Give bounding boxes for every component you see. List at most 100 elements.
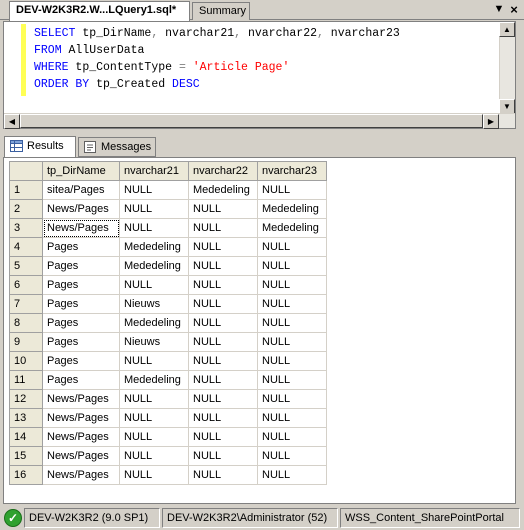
row-number[interactable]: 2 — [9, 199, 43, 219]
grid-cell[interactable]: NULL — [119, 389, 189, 409]
row-number[interactable]: 10 — [9, 351, 43, 371]
table-row[interactable]: 15 News/Pages NULL NULL NULL — [9, 446, 327, 466]
table-row[interactable]: 12 News/Pages NULL NULL NULL — [9, 389, 327, 409]
grid-cell[interactable]: News/Pages — [42, 408, 120, 428]
grid-cell[interactable]: Pages — [42, 313, 120, 333]
grid-cell[interactable]: News/Pages — [42, 446, 120, 466]
grid-cell[interactable]: Pages — [42, 237, 120, 257]
table-row[interactable]: 8 Pages Mededeling NULL NULL — [9, 313, 327, 333]
row-number[interactable]: 11 — [9, 370, 43, 390]
row-number[interactable]: 8 — [9, 313, 43, 333]
tab-results[interactable]: Results — [4, 136, 76, 158]
row-number[interactable]: 3 — [9, 218, 43, 238]
grid-cell[interactable]: News/Pages — [42, 389, 120, 409]
scroll-left-icon[interactable]: ◀ — [4, 114, 20, 129]
grid-cell[interactable]: NULL — [188, 199, 258, 219]
row-number[interactable]: 16 — [9, 465, 43, 485]
grid-cell[interactable]: NULL — [119, 408, 189, 428]
grid-cell[interactable]: Pages — [42, 275, 120, 295]
table-row[interactable]: 4 Pages Mededeling NULL NULL — [9, 237, 327, 257]
grid-cell[interactable]: NULL — [257, 427, 327, 447]
table-row[interactable]: 10 Pages NULL NULL NULL — [9, 351, 327, 371]
grid-cell[interactable]: NULL — [119, 218, 189, 238]
table-row[interactable]: 2 News/Pages NULL NULL Mededeling — [9, 199, 327, 219]
table-row[interactable]: 11 Pages Mededeling NULL NULL — [9, 370, 327, 390]
tab-messages[interactable]: Messages — [78, 137, 156, 157]
row-number[interactable]: 12 — [9, 389, 43, 409]
grid-cell[interactable]: NULL — [257, 351, 327, 371]
grid-cell[interactable]: NULL — [188, 275, 258, 295]
grid-cell[interactable]: NULL — [119, 351, 189, 371]
grid-cell[interactable]: NULL — [188, 218, 258, 238]
grid-cell[interactable]: News/Pages — [42, 427, 120, 447]
grid-corner[interactable] — [9, 161, 43, 181]
grid-cell[interactable]: Pages — [42, 370, 120, 390]
row-number[interactable]: 4 — [9, 237, 43, 257]
grid-cell[interactable]: Mededeling — [119, 256, 189, 276]
pane-splitter[interactable] — [0, 130, 524, 136]
tab-dropdown-icon[interactable]: ▼ — [492, 3, 506, 17]
row-number[interactable]: 9 — [9, 332, 43, 352]
grid-cell[interactable]: NULL — [257, 256, 327, 276]
grid-cell[interactable]: NULL — [257, 313, 327, 333]
scroll-right-icon[interactable]: ▶ — [483, 114, 499, 129]
grid-cell[interactable]: NULL — [119, 199, 189, 219]
grid-cell[interactable]: Mededeling — [257, 199, 327, 219]
grid-cell[interactable]: News/Pages — [42, 465, 120, 485]
grid-cell[interactable]: Mededeling — [257, 218, 327, 238]
table-row[interactable]: 6 Pages NULL NULL NULL — [9, 275, 327, 295]
row-number[interactable]: 13 — [9, 408, 43, 428]
grid-cell[interactable]: Nieuws — [119, 294, 189, 314]
column-header[interactable]: nvarchar23 — [257, 161, 327, 181]
table-row[interactable]: 1 sitea/Pages NULL Mededeling NULL — [9, 180, 327, 200]
row-number[interactable]: 1 — [9, 180, 43, 200]
tab-summary[interactable]: Summary — [192, 2, 250, 20]
grid-cell[interactable]: News/Pages — [42, 199, 120, 219]
grid-cell[interactable]: NULL — [257, 446, 327, 466]
grid-cell[interactable]: Pages — [42, 351, 120, 371]
row-number[interactable]: 7 — [9, 294, 43, 314]
grid-cell[interactable]: sitea/Pages — [42, 180, 120, 200]
row-number[interactable]: 5 — [9, 256, 43, 276]
grid-cell[interactable]: NULL — [257, 275, 327, 295]
grid-cell[interactable]: NULL — [188, 446, 258, 466]
row-number[interactable]: 15 — [9, 446, 43, 466]
grid-cell[interactable]: NULL — [257, 408, 327, 428]
grid-cell[interactable]: NULL — [188, 237, 258, 257]
grid-cell[interactable]: NULL — [257, 294, 327, 314]
scroll-up-icon[interactable]: ▲ — [499, 22, 515, 37]
grid-cell[interactable]: NULL — [188, 313, 258, 333]
grid-cell[interactable]: Mededeling — [188, 180, 258, 200]
grid-cell[interactable]: NULL — [119, 427, 189, 447]
column-header[interactable]: tp_DirName — [42, 161, 120, 181]
grid-cell[interactable]: NULL — [257, 180, 327, 200]
table-row[interactable]: 3 News/Pages NULL NULL Mededeling — [9, 218, 327, 238]
grid-cell[interactable]: Pages — [42, 332, 120, 352]
grid-cell[interactable]: NULL — [188, 351, 258, 371]
grid-cell[interactable]: NULL — [188, 427, 258, 447]
editor-vertical-scrollbar[interactable]: ▲ ▼ — [499, 22, 515, 114]
grid-cell[interactable]: NULL — [188, 256, 258, 276]
grid-cell[interactable]: NULL — [188, 465, 258, 485]
grid-cell[interactable]: Mededeling — [119, 237, 189, 257]
grid-cell-selected[interactable]: News/Pages — [42, 218, 120, 238]
table-row[interactable]: 5 Pages Mededeling NULL NULL — [9, 256, 327, 276]
grid-cell[interactable]: NULL — [188, 408, 258, 428]
grid-cell[interactable]: NULL — [119, 275, 189, 295]
table-row[interactable]: 14 News/Pages NULL NULL NULL — [9, 427, 327, 447]
tab-query-editor[interactable]: DEV-W2K3R2.W...LQuery1.sql* — [9, 1, 190, 21]
grid-cell[interactable]: NULL — [119, 465, 189, 485]
scroll-down-icon[interactable]: ▼ — [499, 99, 515, 114]
grid-cell[interactable]: NULL — [257, 389, 327, 409]
grid-cell[interactable]: NULL — [188, 332, 258, 352]
column-header[interactable]: nvarchar22 — [188, 161, 258, 181]
editor-horizontal-scrollbar[interactable]: ◀ ▶ — [4, 113, 515, 129]
grid-cell[interactable]: Nieuws — [119, 332, 189, 352]
grid-cell[interactable]: Mededeling — [119, 370, 189, 390]
grid-cell[interactable]: NULL — [188, 294, 258, 314]
grid-cell[interactable]: Pages — [42, 294, 120, 314]
grid-cell[interactable]: NULL — [257, 465, 327, 485]
sql-editor[interactable]: SELECT tp_DirName, nvarchar21, nvarchar2… — [3, 21, 516, 129]
table-row[interactable]: 16 News/Pages NULL NULL NULL — [9, 465, 327, 485]
grid-cell[interactable]: Mededeling — [119, 313, 189, 333]
